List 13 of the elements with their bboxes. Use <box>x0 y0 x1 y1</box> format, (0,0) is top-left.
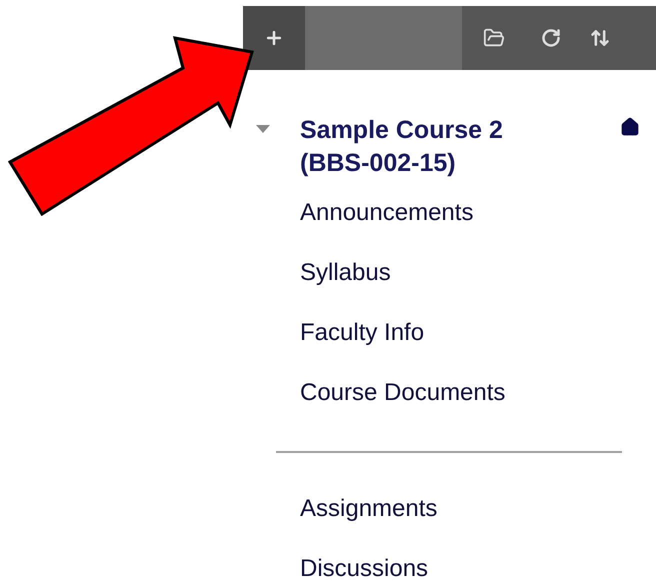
add-button[interactable] <box>243 6 305 70</box>
folder-icon <box>483 27 505 49</box>
menu-link[interactable]: Assignments <box>300 491 438 527</box>
course-title[interactable]: Sample Course 2 (BBS-002-15) <box>300 114 540 180</box>
home-icon[interactable] <box>620 117 640 137</box>
sort-icon <box>590 28 610 48</box>
plus-icon <box>264 28 284 48</box>
menu-link[interactable]: Faculty Info <box>300 315 424 351</box>
menu-link[interactable]: Discussions <box>300 551 428 587</box>
menu-link[interactable]: Announcements <box>300 195 474 231</box>
menu-link[interactable]: Syllabus <box>300 255 391 291</box>
menu-link[interactable]: Course Documents <box>300 375 506 411</box>
refresh-icon <box>541 28 561 48</box>
